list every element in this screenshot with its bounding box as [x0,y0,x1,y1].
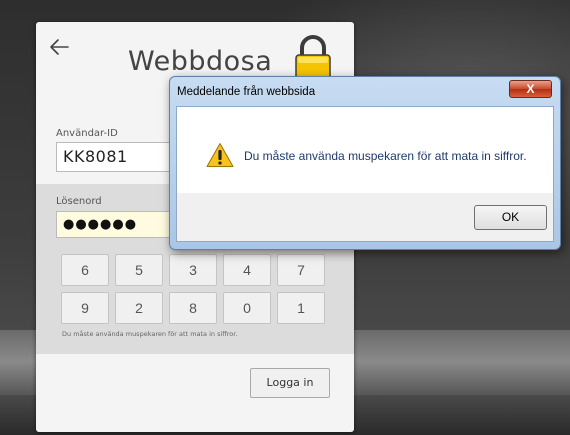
dialog-message: Du måste använda muspekaren för att mata… [244,149,527,163]
login-button[interactable]: Logga in [250,368,330,398]
password-label: Lösenord [56,196,102,207]
back-arrow-icon[interactable] [48,36,70,58]
user-id-label: Användar-ID [56,128,118,139]
keypad-key[interactable]: 1 [277,292,325,324]
close-button[interactable]: X [509,80,552,98]
keypad-key[interactable]: 0 [223,292,271,324]
keypad-key[interactable]: 8 [169,292,217,324]
page-title: Webbdosa [128,46,273,77]
keypad-key[interactable]: 3 [169,254,217,286]
ok-button[interactable]: OK [474,205,547,230]
message-dialog: Meddelande från webbsida X Du måste anvä… [169,76,561,250]
warning-icon [206,143,234,167]
keypad-key[interactable]: 2 [115,292,163,324]
keypad-key[interactable]: 7 [277,254,325,286]
padlock-icon [295,35,331,81]
dialog-title: Meddelande från webbsida [177,86,316,98]
keypad-hint: Du måste använda muspekaren för att mata… [62,330,238,338]
numeric-keypad: 6 5 3 4 7 9 2 8 0 1 [61,254,325,324]
keypad-key[interactable]: 6 [61,254,109,286]
keypad-key[interactable]: 4 [223,254,271,286]
keypad-key[interactable]: 5 [115,254,163,286]
dialog-message-area: Du måste använda muspekaren för att mata… [177,107,553,193]
keypad-key[interactable]: 9 [61,292,109,324]
dialog-body: Du måste använda muspekaren för att mata… [176,106,554,242]
